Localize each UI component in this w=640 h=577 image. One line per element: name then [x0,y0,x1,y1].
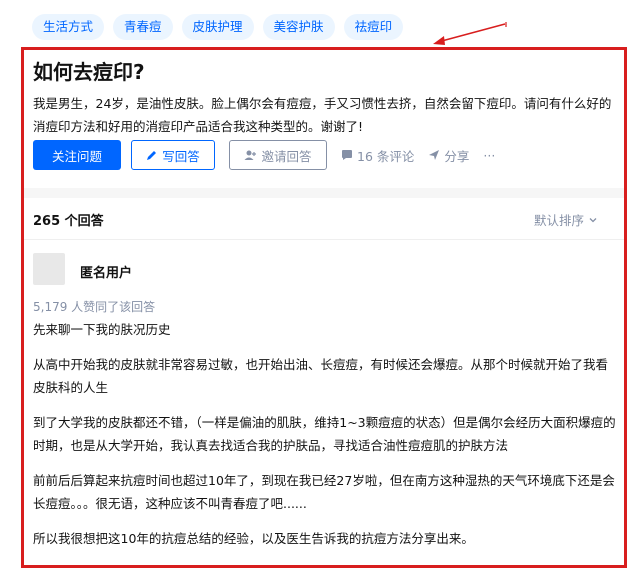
answer-paragraph: 从高中开始我的皮肤就非常容易过敏，也开始出油、长痘痘，有时候还会爆痘。从那个时候… [33,357,609,395]
question-actions: 关注问题 写回答 邀请回答 16 条评论 分享 ··· [33,140,495,170]
question-detail: 我是男生，24岁，是油性皮肤。脸上偶尔会有痘痘，手又习惯性去挤，自然会留下痘印。… [33,96,612,134]
comments-button[interactable]: 16 条评论 [341,146,414,165]
invite-answer-button[interactable]: 邀请回答 [229,140,327,170]
add-user-icon [244,150,257,160]
question-highlight-frame: 如何去痘印? 我是男生，24岁，是油性皮肤。脸上偶尔会有痘痘，手又习惯性去挤，自… [21,47,627,568]
invite-answer-label: 邀请回答 [261,148,312,164]
answer-paragraph: 前前后后算起来抗痘时间也超过10年了，到现在我已经27岁啦，但在南方这种湿热的天… [33,473,615,511]
question-title: 如何去痘印? [33,60,145,84]
topic-tags: 生活方式 青春痘 皮肤护理 美容护肤 祛痘印 [32,14,404,40]
pen-icon [147,151,157,160]
follow-question-label: 关注问题 [51,148,102,164]
header-divider [24,239,624,240]
topic-tag[interactable]: 美容护肤 [262,14,335,40]
answer-content: 先来聊一下我的肤况历史 从高中开始我的皮肤就非常容易过敏，也开始出油、长痘痘，有… [33,318,618,562]
answer-count: 265 个回答 [33,214,104,229]
topic-tag[interactable]: 生活方式 [32,14,105,40]
more-button[interactable]: ··· [483,148,495,163]
topic-tag[interactable]: 青春痘 [113,14,173,40]
share-button[interactable]: 分享 [428,146,469,165]
write-answer-button[interactable]: 写回答 [131,140,215,170]
share-icon [429,150,440,160]
answer-paragraph: 所以我很想把这10年的抗痘总结的经验，以及医生告诉我的抗痘方法分享出来。 [33,531,474,546]
sort-label: 默认排序 [533,213,584,228]
write-answer-label: 写回答 [162,148,200,164]
answer-paragraph: 到了大学我的皮肤都还不错，（一样是偏油的肌肤，维持1~3颗痘痘的状态）但是偶尔会… [33,415,616,453]
sort-dropdown[interactable]: 默认排序 [534,210,598,229]
topic-tag[interactable]: 皮肤护理 [181,14,254,40]
chevron-down-icon [589,217,597,222]
author-name[interactable]: 匿名用户 [80,262,132,281]
upvote-count: 5,179 人赞同了该回答 [33,300,156,314]
topic-tag[interactable]: 祛痘印 [343,14,404,40]
comment-icon [342,150,352,160]
comments-label: 16 条评论 [357,148,415,164]
answer-paragraph: 先来聊一下我的肤况历史 [33,322,171,337]
annotation-arrow-icon [433,22,507,45]
section-divider [24,188,624,198]
follow-question-button[interactable]: 关注问题 [33,140,121,170]
share-label: 分享 [444,148,470,164]
avatar[interactable] [33,253,65,285]
more-icon: ··· [483,147,496,163]
